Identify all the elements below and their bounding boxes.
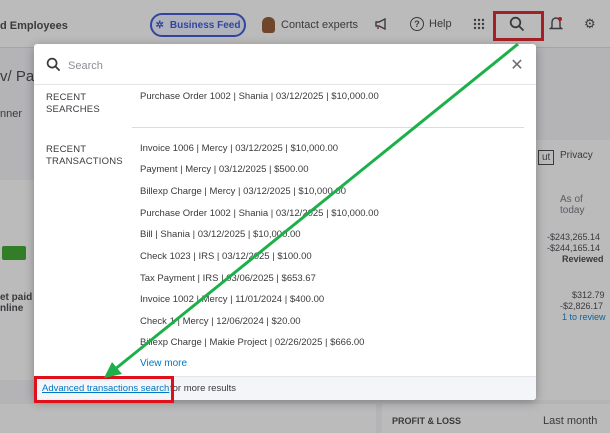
close-icon[interactable]: ✕ xyxy=(508,56,526,74)
recent-transaction-item[interactable]: Billexp Charge | Makie Project | 02/26/2… xyxy=(140,337,364,348)
recent-transaction-item[interactable]: Billexp Charge | Mercy | 03/12/2025 | $1… xyxy=(140,186,346,197)
search-divider xyxy=(34,84,536,85)
recent-searches-label: RECENT SEARCHES xyxy=(46,92,100,115)
search-bar: ✕ xyxy=(34,44,536,88)
recent-transaction-item[interactable]: Bill | Shania | 03/12/2025 | $10,000.00 xyxy=(140,229,301,240)
search-dialog: ✕ RECENT SEARCHES Purchase Order 1002 | … xyxy=(34,44,536,400)
view-more-link[interactable]: View more xyxy=(140,358,187,369)
recent-transaction-item[interactable]: Invoice 1006 | Mercy | 03/12/2025 | $10,… xyxy=(140,143,338,154)
advanced-search-suffix: for more results xyxy=(170,383,236,394)
recent-transaction-item[interactable]: Check 1 | Mercy | 12/06/2024 | $20.00 xyxy=(140,316,301,327)
recent-transaction-item[interactable]: Check 1023 | IRS | 03/12/2025 | $100.00 xyxy=(140,251,312,262)
recent-transactions-label: RECENT TRANSACTIONS xyxy=(46,144,123,167)
search-input[interactable] xyxy=(68,55,488,77)
recent-transaction-item[interactable]: Invoice 1002 | Mercy | 11/01/2024 | $400… xyxy=(140,294,324,305)
recent-search-item[interactable]: Purchase Order 1002 | Shania | 03/12/202… xyxy=(140,91,379,102)
advanced-search-highlight xyxy=(34,376,174,403)
section-divider xyxy=(132,127,524,128)
recent-transaction-item[interactable]: Tax Payment | IRS | 03/06/2025 | $653.67 xyxy=(140,273,316,284)
recent-transaction-item[interactable]: Purchase Order 1002 | Shania | 03/12/202… xyxy=(140,208,379,219)
search-icon xyxy=(46,57,61,75)
recent-transaction-item[interactable]: Payment | Mercy | 03/12/2025 | $500.00 xyxy=(140,164,308,175)
